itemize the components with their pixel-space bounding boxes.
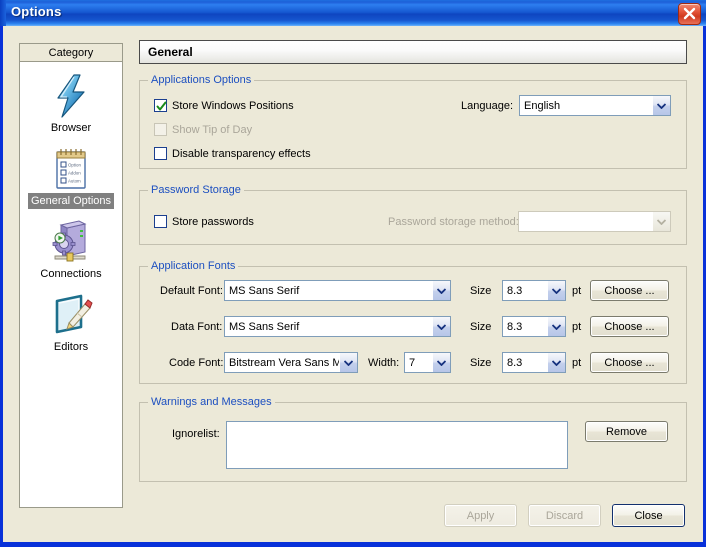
language-value: English xyxy=(520,100,652,112)
default-font-label: Default Font: xyxy=(160,285,223,297)
group-legend: Applications Options xyxy=(148,74,254,86)
store-passwords-checkbox[interactable] xyxy=(154,215,167,228)
ignorelist-value xyxy=(227,422,567,426)
default-font-pt-label: pt xyxy=(572,285,581,297)
chevron-down-icon xyxy=(652,96,670,115)
remove-button[interactable]: Remove xyxy=(585,421,668,442)
svg-text:Addon: Addon xyxy=(68,171,81,176)
note-pencil-icon xyxy=(20,291,122,339)
chevron-down-icon xyxy=(339,353,357,372)
checkmark-icon xyxy=(156,101,167,112)
discard-button: Discard xyxy=(528,504,601,527)
data-font-size-select[interactable]: 8.3 xyxy=(502,316,566,337)
code-font-width-value: 7 xyxy=(405,357,432,369)
sidebar-item-label: Editors xyxy=(51,339,91,355)
group-legend: Application Fonts xyxy=(148,260,238,272)
close-button[interactable]: Close xyxy=(612,504,685,527)
default-font-size-select[interactable]: 8.3 xyxy=(502,280,566,301)
title-bar-left-edge xyxy=(0,0,6,26)
store-windows-positions-checkbox[interactable] xyxy=(154,99,167,112)
data-font-label: Data Font: xyxy=(171,321,222,333)
data-font-size-label: Size xyxy=(470,321,491,333)
default-font-value: MS Sans Serif xyxy=(225,285,432,297)
server-gear-icon xyxy=(20,218,122,266)
code-font-label: Code Font: xyxy=(169,357,223,369)
password-storage-method-select xyxy=(518,211,671,232)
data-font-value: MS Sans Serif xyxy=(225,321,432,333)
language-select[interactable]: English xyxy=(519,95,671,116)
chevron-down-icon xyxy=(547,317,565,336)
sidebar-item-editors[interactable]: Editors xyxy=(20,282,122,355)
choose-data-font-button[interactable]: Choose ... xyxy=(590,316,669,337)
code-font-size-value: 8.3 xyxy=(503,357,547,369)
sidebar-item-label: Connections xyxy=(37,266,104,282)
sidebar-item-connections[interactable]: Connections xyxy=(20,209,122,282)
show-tip-of-day-checkbox xyxy=(154,123,167,136)
disable-transparency-effects-checkbox[interactable] xyxy=(154,147,167,160)
password-storage-method-label: Password storage method: xyxy=(388,216,519,228)
lightning-bolt-icon xyxy=(20,72,122,120)
chevron-down-icon xyxy=(432,281,450,300)
svg-text:Option: Option xyxy=(68,163,81,168)
close-icon xyxy=(682,7,697,21)
title-bar: Options xyxy=(0,0,706,26)
default-font-select[interactable]: MS Sans Serif xyxy=(224,280,451,301)
close-window-button[interactable] xyxy=(678,3,701,25)
show-tip-of-day-label: Show Tip of Day xyxy=(172,124,252,136)
default-font-size-label: Size xyxy=(470,285,491,297)
data-font-size-value: 8.3 xyxy=(503,321,547,333)
code-font-select[interactable]: Bitstream Vera Sans Mo xyxy=(224,352,358,373)
data-font-pt-label: pt xyxy=(572,321,581,333)
code-font-value: Bitstream Vera Sans Mo xyxy=(225,357,339,369)
chevron-down-icon xyxy=(547,353,565,372)
notepad-checklist-icon: Option Addon Autom xyxy=(20,145,122,193)
chevron-down-icon xyxy=(432,317,450,336)
code-font-width-label: Width: xyxy=(368,357,399,369)
code-font-size-label: Size xyxy=(470,357,491,369)
sidebar-item-general-options[interactable]: Option Addon Autom General Options xyxy=(20,136,122,209)
choose-code-font-button[interactable]: Choose ... xyxy=(590,352,669,373)
store-windows-positions-label: Store Windows Positions xyxy=(172,100,294,112)
store-passwords-label: Store passwords xyxy=(172,216,254,228)
disable-transparency-effects-label: Disable transparency effects xyxy=(172,148,311,160)
svg-text:Autom: Autom xyxy=(68,179,81,184)
group-legend: Warnings and Messages xyxy=(148,396,275,408)
choose-default-font-button[interactable]: Choose ... xyxy=(590,280,669,301)
options-window: Options Category xyxy=(0,0,706,547)
chevron-down-icon xyxy=(652,212,670,231)
sidebar-item-browser[interactable]: Browser xyxy=(20,63,122,136)
default-font-size-value: 8.3 xyxy=(503,285,547,297)
ignorelist-input[interactable] xyxy=(226,421,568,469)
language-label: Language: xyxy=(461,100,513,112)
data-font-select[interactable]: MS Sans Serif xyxy=(224,316,451,337)
code-font-width-select[interactable]: 7 xyxy=(404,352,451,373)
window-title: Options xyxy=(11,4,62,19)
code-font-size-select[interactable]: 8.3 xyxy=(502,352,566,373)
category-header: Category xyxy=(19,43,123,62)
page-title: General xyxy=(139,40,687,64)
sidebar-item-label: General Options xyxy=(28,193,114,209)
code-font-pt-label: pt xyxy=(572,357,581,369)
sidebar-item-label: Browser xyxy=(48,120,94,136)
chevron-down-icon xyxy=(547,281,565,300)
group-legend: Password Storage xyxy=(148,184,244,196)
ignorelist-label: Ignorelist: xyxy=(172,428,220,440)
chevron-down-icon xyxy=(432,353,450,372)
apply-button: Apply xyxy=(444,504,517,527)
category-list: Browser xyxy=(20,63,122,507)
